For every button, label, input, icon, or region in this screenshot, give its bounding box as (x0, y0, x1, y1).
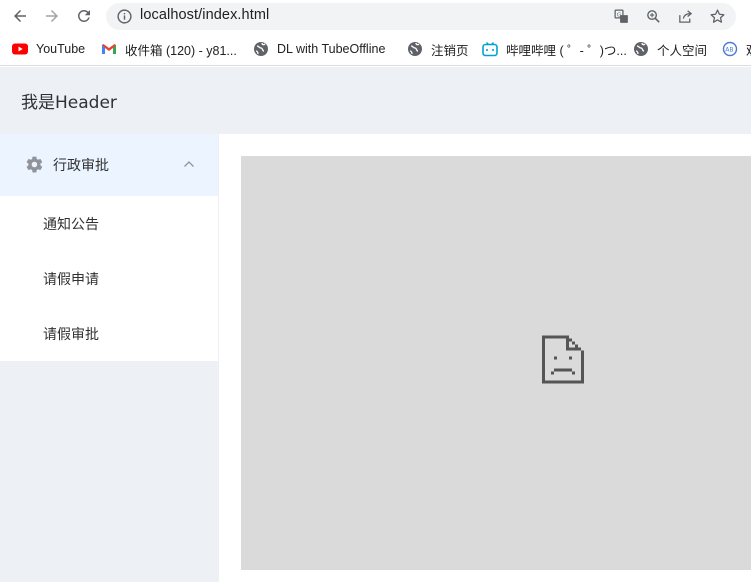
share-icon[interactable] (677, 8, 694, 25)
submenu-label: 行政审批 (53, 158, 109, 174)
browser-toolbar: localhost/index.html G (0, 0, 751, 33)
address-bar[interactable]: localhost/index.html G (106, 3, 736, 30)
bookmark-label: YouTube (36, 42, 86, 56)
reload-icon[interactable] (73, 5, 95, 27)
bookmark-gmail[interactable]: 收件箱 (120) - y81... (101, 40, 237, 58)
bookmarks-bar: YouTube 收件箱 (120) - y81... DL with TubeO… (0, 33, 751, 66)
bookmark-label: DL with TubeOffline (277, 42, 386, 56)
sidebar: 行政审批 通知公告 请假申请 请假审批 (0, 134, 219, 582)
bookmark-personal-space[interactable]: 个人空间 (633, 40, 707, 58)
gmail-icon (102, 44, 116, 54)
menu-item-leave-request[interactable]: 请假申请 (0, 251, 218, 306)
menu-item-leave-approval[interactable]: 请假审批 (0, 306, 218, 361)
header-title: 我是Header (21, 93, 117, 113)
main-content (219, 134, 751, 582)
youtube-icon (12, 43, 28, 55)
info-icon[interactable] (116, 8, 133, 25)
bookmark-tubeoffline[interactable]: DL with TubeOffline (253, 40, 385, 58)
bookmark-label: 注销页 (431, 43, 469, 58)
embedded-frame (241, 156, 751, 570)
submenu-admin-approval[interactable]: 行政审批 (0, 134, 218, 196)
globe-icon (254, 42, 268, 56)
bookmark-youtube[interactable]: YouTube (12, 40, 85, 58)
menu-item-label: 请假申请 (43, 271, 99, 288)
bookmark-label: 哔哩哔哩 ( ゜- ゜)つ... (506, 43, 627, 58)
gear-icon (26, 156, 43, 173)
sidebar-menu: 行政审批 通知公告 请假申请 请假审批 (0, 134, 218, 361)
bookmark-logout[interactable]: 注销页 (407, 40, 469, 58)
translate-icon[interactable]: G (613, 8, 630, 25)
partial-icon: AB (722, 41, 738, 57)
bookmark-bilibili[interactable]: 哔哩哔哩 ( ゜- ゜)つ... (482, 40, 627, 58)
menu-item-label: 请假审批 (43, 326, 99, 343)
page-viewport: 我是Header 行政审批 通知公告 请假申请 请假审批 (0, 67, 751, 582)
back-arrow-icon[interactable] (9, 5, 31, 27)
bookmark-label: 个人空间 (657, 43, 708, 58)
page-header: 我是Header (0, 67, 751, 134)
url-text[interactable]: localhost/index.html (140, 7, 269, 23)
broken-page-icon (542, 335, 584, 384)
chevron-up-icon (184, 161, 194, 167)
bookmark-label: 观 (746, 40, 751, 59)
bookmark-label: 收件箱 (120) - y81... (125, 43, 237, 58)
zoom-icon[interactable] (645, 8, 662, 25)
forward-arrow-icon[interactable] (41, 5, 63, 27)
globe-icon (408, 42, 422, 56)
bookmark-partial[interactable]: AB 观 (722, 40, 751, 58)
menu-item-notice[interactable]: 通知公告 (0, 196, 218, 251)
bilibili-icon (482, 42, 498, 57)
star-icon[interactable] (709, 8, 726, 25)
globe-icon (634, 42, 648, 56)
svg-text:G: G (617, 13, 621, 19)
svg-text:AB: AB (725, 47, 733, 54)
menu-item-label: 通知公告 (43, 216, 99, 233)
